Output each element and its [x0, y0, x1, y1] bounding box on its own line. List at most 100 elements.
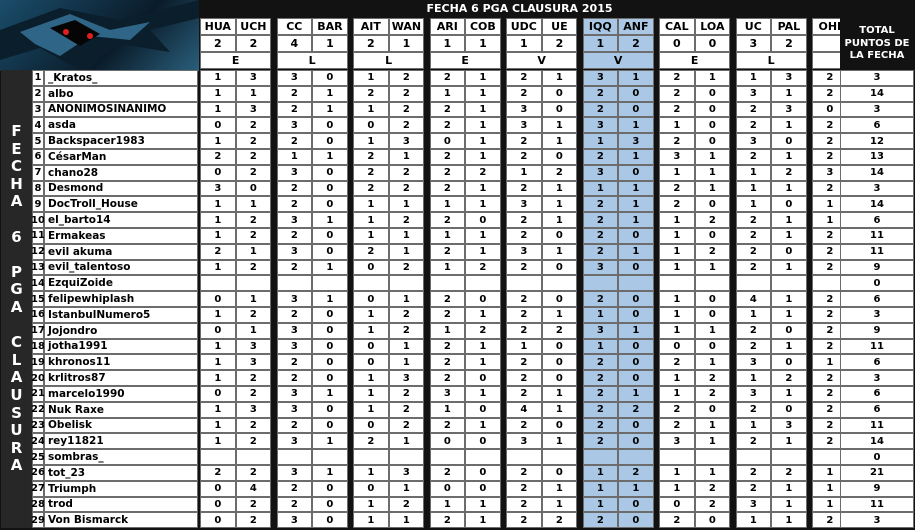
pick-cell: 1: [771, 386, 807, 402]
pick-cell: [465, 275, 501, 292]
pick-cell: 1: [506, 164, 542, 181]
row-total-points: 9: [840, 322, 914, 339]
pick-cell: 2: [659, 70, 695, 86]
row-total-points: 11: [840, 417, 914, 434]
pick-cell: [276, 449, 313, 465]
away-score: 2: [235, 35, 272, 52]
pick-cell: 0: [235, 180, 272, 197]
pick-cell: 1: [200, 433, 236, 450]
pick-cell: 2: [353, 180, 389, 197]
player-name: felipewhiplash: [44, 291, 198, 307]
row-position: 14: [31, 275, 45, 292]
side-label-char: A: [10, 456, 23, 475]
player-name: evil akuma: [44, 243, 198, 260]
pick-cell: 2: [276, 196, 313, 213]
pick-cell: 3: [771, 417, 807, 434]
match-result: V: [582, 52, 654, 69]
pick-cell: 0: [353, 338, 389, 355]
pick-cell: 0: [312, 496, 348, 513]
pick-cell: 1: [465, 85, 501, 102]
away-score: 0: [694, 35, 731, 52]
pick-cell: 2: [429, 70, 466, 86]
away-score: 1: [388, 35, 425, 52]
away-team-code: WAN: [388, 18, 425, 35]
pick-cell: 2: [388, 85, 425, 102]
pick-cell: 1: [465, 180, 501, 197]
pick-cell: [353, 275, 389, 292]
pick-cell: 2: [771, 164, 807, 181]
pick-cell: 0: [429, 433, 466, 450]
pick-cell: 2: [694, 386, 731, 402]
pick-cell: 3: [276, 338, 313, 355]
pick-cell: 2: [506, 70, 542, 86]
pick-cell: 3: [276, 512, 313, 529]
pick-cell: 3: [276, 212, 313, 228]
pick-cell: 2: [735, 117, 772, 134]
pick-cell: 1: [200, 85, 236, 102]
row-total-points: 3: [840, 101, 914, 118]
row-position: 16: [31, 307, 45, 323]
pick-cell: 1: [312, 259, 348, 276]
pick-cell: 2: [506, 212, 542, 228]
pick-cell: 0: [694, 338, 731, 355]
pick-cell: 2: [429, 465, 466, 481]
row-total-points: 14: [840, 196, 914, 213]
pick-cell: 1: [200, 259, 236, 276]
pick-cell: 1: [353, 307, 389, 323]
pick-cell: 2: [235, 259, 272, 276]
pick-cell: 0: [618, 101, 654, 118]
pick-cell: 2: [735, 228, 772, 244]
pick-cell: 0: [353, 117, 389, 134]
home-team-code: AIT: [353, 18, 389, 35]
pick-cell: 1: [582, 133, 619, 149]
row-position: 29: [31, 512, 45, 529]
pick-cell: 1: [659, 228, 695, 244]
pick-cell: 3: [735, 133, 772, 149]
pick-cell: 0: [353, 291, 389, 307]
home-team-code: UDC: [506, 18, 542, 35]
row-position: 2: [32, 85, 44, 102]
away-score: 2: [618, 35, 654, 52]
pick-cell: 2: [235, 370, 272, 386]
pick-cell: 3: [582, 259, 619, 276]
pick-cell: 2: [429, 291, 466, 307]
row-position: 24: [31, 433, 45, 450]
pick-cell: 1: [465, 149, 501, 165]
pick-cell: 0: [541, 149, 578, 165]
pick-cell: 1: [771, 512, 807, 529]
pick-cell: [312, 449, 348, 465]
pick-cell: 2: [276, 180, 313, 197]
pick-cell: 1: [465, 243, 501, 260]
row-total-points: 3: [840, 307, 914, 323]
pick-cell: 1: [771, 180, 807, 197]
pick-cell: 1: [771, 149, 807, 165]
pick-cell: 2: [353, 149, 389, 165]
pick-cell: 2: [235, 512, 272, 529]
row-position: 22: [31, 401, 45, 418]
pick-cell: 0: [353, 480, 389, 497]
pick-cell: 3: [659, 433, 695, 450]
pick-cell: 3: [735, 386, 772, 402]
pick-cell: 0: [618, 354, 654, 371]
pick-cell: 1: [429, 196, 466, 213]
pick-cell: [541, 449, 578, 465]
side-label-char: C: [10, 157, 22, 176]
pick-cell: 0: [694, 117, 731, 134]
pick-cell: 2: [235, 433, 272, 450]
player-name: rey11821: [44, 433, 198, 450]
pick-cell: [506, 275, 542, 292]
pick-cell: 1: [235, 196, 272, 213]
home-team-code: IQQ: [582, 18, 619, 35]
pick-cell: 3: [276, 70, 313, 86]
pick-cell: 2: [506, 496, 542, 513]
pick-cell: 3: [506, 196, 542, 213]
pick-cell: 1: [388, 243, 425, 260]
pick-cell: 3: [771, 70, 807, 86]
pick-cell: 0: [353, 417, 389, 434]
pick-cell: 2: [388, 101, 425, 118]
pick-cell: 1: [659, 307, 695, 323]
pick-cell: 2: [506, 180, 542, 197]
pick-cell: 1: [200, 401, 236, 418]
pick-cell: [200, 275, 236, 292]
pick-cell: 1: [659, 370, 695, 386]
